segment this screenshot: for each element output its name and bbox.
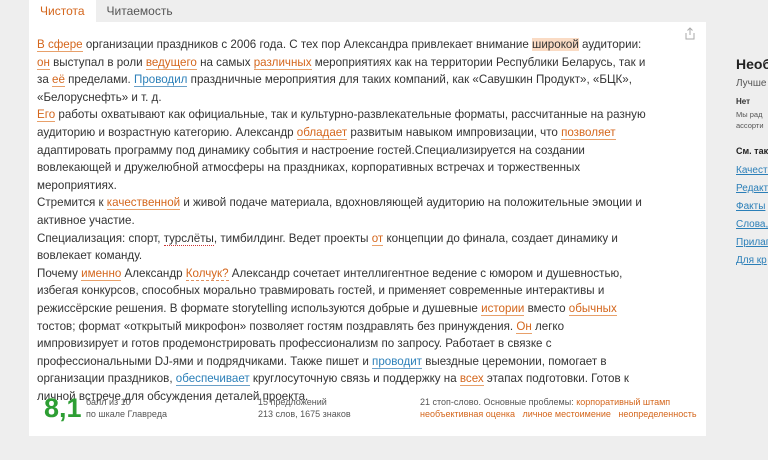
tab-purity[interactable]: Чистота xyxy=(29,0,96,22)
sidebar-link[interactable]: Качеств xyxy=(736,162,768,180)
score-value: 8,1 xyxy=(44,393,82,423)
tab-bar: Чистота Читаемость xyxy=(29,0,184,22)
text-run: вместо xyxy=(524,301,569,315)
highlighted-word[interactable]: широкой xyxy=(532,38,579,51)
sidebar-note-line: Мы рад xyxy=(736,110,763,119)
sidebar-heading: Необходимо xyxy=(736,56,768,72)
text-run: участие. xyxy=(85,213,135,227)
paragraph: Стремится к качественной и живой подаче … xyxy=(37,194,647,229)
paragraph: В сфере организации праздников с 2006 го… xyxy=(37,36,647,106)
paragraph: Его работы охватывают как официальные, т… xyxy=(37,106,647,194)
sidebar-link[interactable]: Прилаг xyxy=(736,234,768,252)
highlighted-word[interactable]: проводит xyxy=(372,354,422,369)
problem-link[interactable]: неопределенность xyxy=(618,409,696,419)
highlighted-word[interactable]: её xyxy=(52,73,65,88)
highlighted-word[interactable]: именно xyxy=(81,266,122,281)
highlighted-word[interactable]: различных xyxy=(253,55,312,70)
text-run: выступал в роли xyxy=(49,55,146,69)
highlighted-word[interactable]: качественной xyxy=(106,196,181,211)
paragraph: Специализация: спорт, турслёты, тимбилди… xyxy=(37,230,647,265)
text-run: организации праздников с 2006 года. С те… xyxy=(82,38,533,51)
highlighted-word[interactable]: турслёты xyxy=(163,231,214,246)
text-run: , тимбилдинг. Ведет проекты xyxy=(213,231,372,245)
text-run: аудитории: xyxy=(578,38,642,51)
highlighted-word[interactable]: он xyxy=(37,55,50,70)
highlighted-word[interactable]: Колчук? xyxy=(185,266,229,281)
text-run: адаптировать программу под динамику собы… xyxy=(37,143,585,192)
sidebar-link[interactable]: Для кр xyxy=(736,252,768,270)
text-run: тостов; формат «открытый микрофон» позво… xyxy=(37,319,517,333)
highlighted-word[interactable]: активное xyxy=(37,214,86,227)
text-stats: 15 предложений 213 слов, 1675 знаков xyxy=(258,396,351,420)
highlighted-word[interactable]: ведущего xyxy=(145,55,197,70)
word-count: 213 слов, 1675 знаков xyxy=(258,409,351,419)
problem-link[interactable]: необъективная оценка xyxy=(420,409,515,419)
highlighted-word[interactable]: Его xyxy=(37,108,56,123)
share-icon[interactable] xyxy=(683,27,697,41)
sidebar-note-line: ассорти xyxy=(736,121,764,130)
highlighted-word[interactable]: В сфере xyxy=(37,38,83,52)
problem-link[interactable]: личное местоимение xyxy=(522,409,610,419)
sidebar-links: Качеств Редакт Факты Слова, Прилаг Для к… xyxy=(736,162,768,270)
sidebar-link[interactable]: Факты xyxy=(736,198,768,216)
text-run: Специализация: спорт, xyxy=(37,231,164,245)
text-run: на самых xyxy=(196,55,254,69)
problems-prefix: 21 стоп-слово. Основные проблемы: xyxy=(420,397,574,407)
sidebar-link[interactable]: Слова, xyxy=(736,216,768,234)
highlighted-word[interactable]: обладает xyxy=(296,125,348,140)
text-run: и живой подаче материала, вдохновляющей … xyxy=(180,196,642,210)
highlighted-word[interactable]: Он xyxy=(516,319,532,334)
highlighted-word[interactable]: обеспечивает xyxy=(175,372,250,387)
highlighted-word[interactable]: позволяет xyxy=(561,125,616,140)
score-caption-line: по шкале Главреда xyxy=(86,409,167,419)
score-caption: балл из 10 по шкале Главреда xyxy=(86,396,167,420)
problems-summary: 21 стоп-слово. Основные проблемы: корпор… xyxy=(420,396,710,420)
paragraph: Почему именно Александр Колчук? Александ… xyxy=(37,265,647,406)
editable-text[interactable]: В сфере организации праздников с 2006 го… xyxy=(37,36,647,405)
sidebar-note-title: Нет xyxy=(736,97,751,106)
highlighted-word[interactable]: истории xyxy=(481,301,525,316)
sidebar-link[interactable]: Редакт xyxy=(736,180,768,198)
highlighted-word[interactable]: обычных xyxy=(568,301,617,316)
score-caption-line: балл из 10 xyxy=(86,397,131,407)
highlighted-word[interactable]: Проводил xyxy=(133,73,188,88)
sentence-count: 15 предложений xyxy=(258,397,327,407)
sidebar-subtitle: Лучше xyxy=(736,78,767,89)
text-run: круглосуточную связь и поддержку на xyxy=(249,372,460,386)
sidebar-see-also: См. так xyxy=(736,146,768,156)
sidebar: Необходимо Лучше Нет Мы рад ассорти См. … xyxy=(736,0,768,460)
text-run: развитым навыком импровизации, что xyxy=(347,125,562,139)
tab-readability[interactable]: Читаемость xyxy=(96,0,184,22)
problem-link[interactable]: корпоративный штамп xyxy=(576,397,670,407)
text-run: Александр xyxy=(121,266,186,280)
highlighted-word[interactable]: всех xyxy=(459,372,484,387)
sidebar-note-text: Мы рад ассорти xyxy=(736,109,764,131)
text-run: Стремится к xyxy=(37,196,107,210)
highlighted-word[interactable]: от xyxy=(371,231,384,246)
text-run: Почему xyxy=(37,266,82,280)
text-run: пределами. xyxy=(64,73,134,87)
